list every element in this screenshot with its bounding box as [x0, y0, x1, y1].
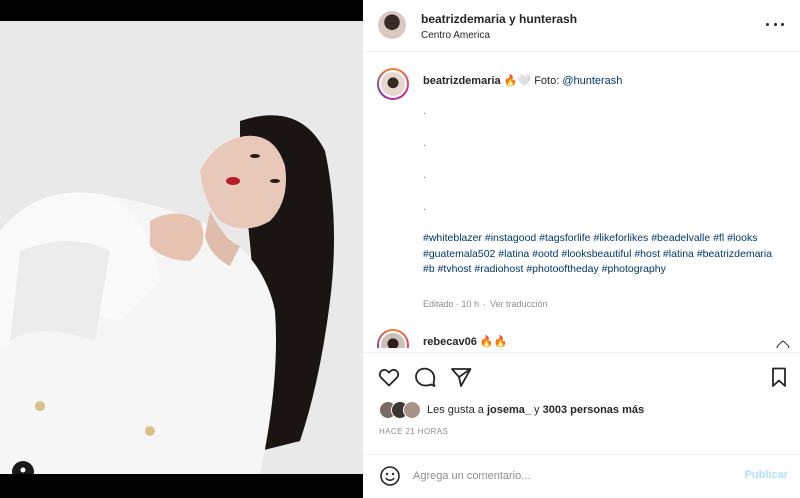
- paper-plane-icon[interactable]: [449, 365, 473, 389]
- post-photo[interactable]: [0, 21, 363, 483]
- post-actions: Les gusta a josema_ y 3003 personas más …: [363, 352, 800, 442]
- comment-item: rebecav06 🔥🔥: [423, 335, 507, 348]
- post-details-panel: beatrizdemaria y hunterash Centro Americ…: [363, 0, 800, 498]
- heart-icon[interactable]: [377, 365, 401, 389]
- caption-first-line: beatrizdemaria 🔥🤍 Foto: @hunterash: [423, 74, 622, 87]
- caption-avatar[interactable]: [377, 68, 409, 100]
- add-comment-bar: Publicar: [363, 454, 800, 498]
- comment-bubble-icon[interactable]: [413, 365, 437, 389]
- caption-meta: Editado · 10 h · Ver traducción: [423, 299, 548, 309]
- portrait-illustration: [0, 21, 363, 474]
- commenter-avatar[interactable]: [377, 329, 409, 348]
- caption-dot: .: [423, 105, 427, 117]
- likes-prefix: Les gusta a: [427, 404, 484, 416]
- emoji-icon[interactable]: [379, 465, 401, 487]
- post-timestamp[interactable]: HACE 21 HORAS: [379, 427, 448, 436]
- caption-dot: .: [423, 137, 427, 149]
- author-avatar[interactable]: [378, 11, 406, 39]
- post-authors[interactable]: beatrizdemaria y hunterash: [421, 12, 577, 26]
- caption-username[interactable]: beatrizdemaria: [423, 75, 501, 87]
- liker-username[interactable]: josema_: [487, 404, 531, 416]
- comments-section: beatrizdemaria 🔥🤍 Foto: @hunterash . . .…: [363, 53, 800, 348]
- caption-dot: .: [423, 169, 427, 181]
- post-photo-pane: [0, 0, 363, 498]
- caption-foto-label: Foto:: [534, 75, 560, 87]
- translate-link[interactable]: Ver traducción: [490, 299, 548, 309]
- post-header: beatrizdemaria y hunterash Centro Americ…: [363, 0, 800, 52]
- comment-username[interactable]: rebecav06: [423, 336, 477, 348]
- bookmark-icon[interactable]: [767, 365, 791, 389]
- caption-emoji: 🔥🤍: [503, 75, 532, 87]
- likes-summary: Les gusta a josema_ y 3003 personas más: [427, 404, 644, 416]
- likers-avatars[interactable]: [379, 401, 421, 419]
- caption-mention[interactable]: @hunterash: [562, 75, 622, 87]
- comment-like-icon[interactable]: [775, 339, 791, 348]
- edited-label: Editado · 10 h: [423, 299, 480, 309]
- instagram-post-window: beatrizdemaria y hunterash Centro Americ…: [0, 0, 800, 498]
- comment-text: 🔥🔥: [479, 336, 508, 348]
- caption-dot: .: [423, 201, 427, 213]
- publish-button[interactable]: Publicar: [745, 469, 788, 481]
- post-location[interactable]: Centro America: [421, 30, 490, 41]
- more-options-icon[interactable]: [766, 18, 784, 30]
- caption-hashtags[interactable]: #whiteblazer #instagood #tagsforlife #li…: [423, 231, 783, 278]
- photo-letterbox-top: [0, 0, 363, 21]
- comment-input[interactable]: [413, 463, 713, 489]
- likes-count[interactable]: 3003 personas más: [543, 404, 645, 416]
- likes-conjunction: y: [534, 404, 540, 416]
- photo-letterbox-bottom: [0, 474, 363, 498]
